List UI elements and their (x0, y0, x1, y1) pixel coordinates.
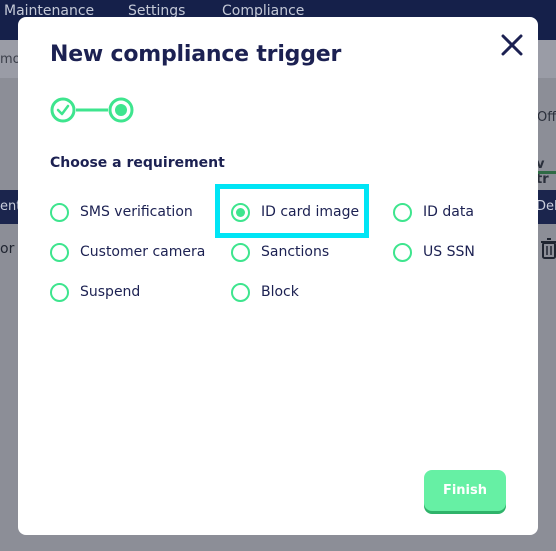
option-label: Block (261, 284, 299, 300)
option-label: Sanctions (261, 244, 330, 260)
radio-us-ssn[interactable] (393, 242, 412, 262)
background-link-underline (536, 171, 556, 174)
radio-id-card-image[interactable] (231, 202, 250, 222)
option-us-ssn[interactable]: US SSN (393, 241, 475, 263)
radio-suspend[interactable] (50, 282, 69, 302)
option-id-data[interactable]: ID data (393, 201, 474, 223)
radio-id-data[interactable] (393, 202, 412, 222)
option-label: Customer camera (80, 244, 206, 260)
dot-circle-icon (108, 97, 134, 123)
check-circle-icon (50, 97, 76, 123)
trash-icon[interactable] (540, 238, 556, 260)
table-header-delete: Del (536, 199, 556, 214)
radio-sms-verification[interactable] (50, 202, 69, 222)
step-progress (50, 97, 134, 123)
option-customer-camera[interactable]: Customer camera (50, 241, 205, 263)
background-off-text: Off (537, 110, 556, 125)
option-label: ID card image (261, 204, 360, 220)
section-label: Choose a requirement (50, 155, 225, 171)
option-block[interactable]: Block (231, 281, 299, 303)
close-icon[interactable] (498, 31, 526, 59)
option-sanctions[interactable]: Sanctions (231, 241, 329, 263)
option-label: US SSN (423, 244, 475, 260)
option-label: SMS verification (80, 204, 193, 220)
option-id-card-image[interactable]: ID card image (231, 201, 359, 223)
radio-sanctions[interactable] (231, 242, 250, 262)
option-label: Suspend (80, 284, 141, 300)
option-label: ID data (423, 204, 474, 220)
modal-title: New compliance trigger (50, 42, 342, 67)
finish-button[interactable]: Finish (424, 470, 506, 511)
compliance-trigger-modal: New compliance trigger Choose a requirem… (18, 17, 538, 535)
radio-customer-camera[interactable] (50, 242, 69, 262)
radio-block[interactable] (231, 282, 250, 302)
option-suspend[interactable]: Suspend (50, 281, 140, 303)
option-sms-verification[interactable]: SMS verification (50, 201, 193, 223)
